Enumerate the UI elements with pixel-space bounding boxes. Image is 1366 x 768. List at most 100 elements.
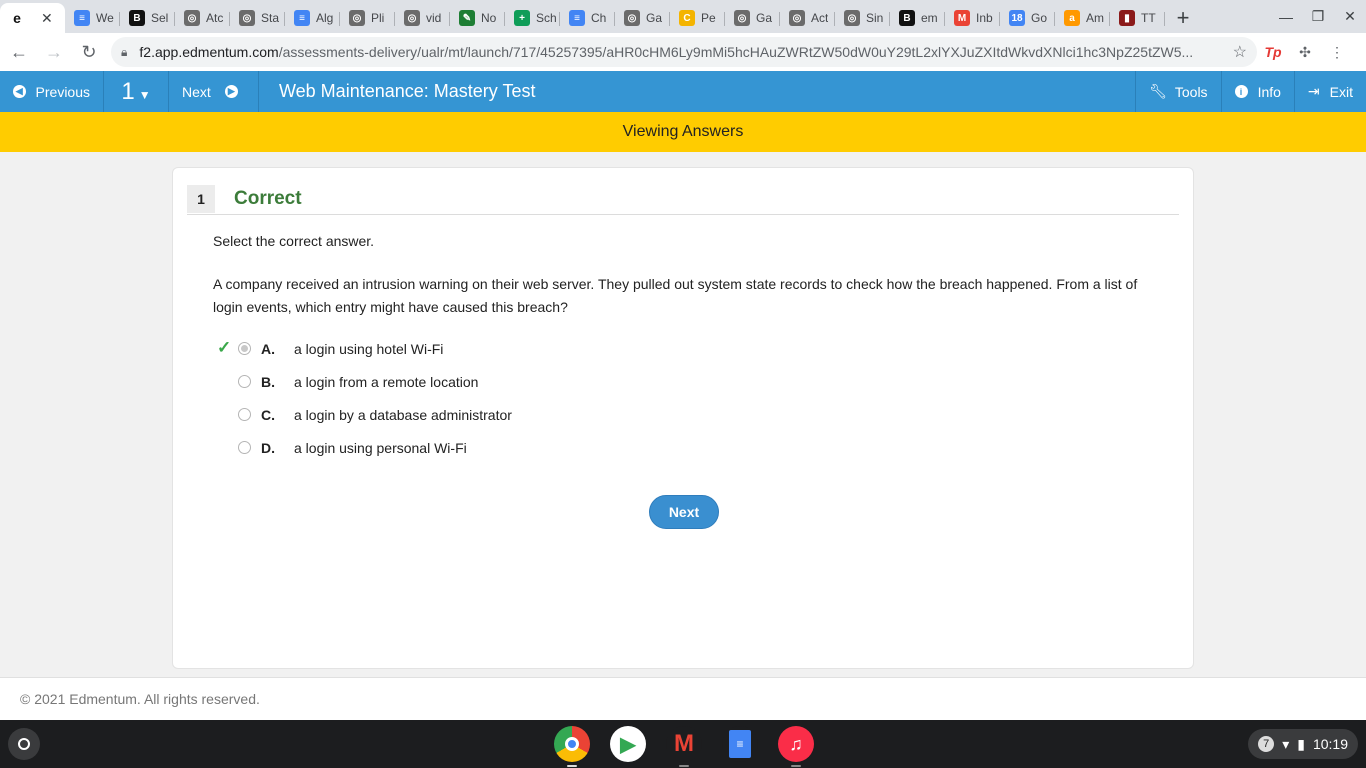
answer-option[interactable]: C. a login by a database administrator [213, 398, 512, 431]
browser-tab[interactable]: + Sch [505, 3, 560, 33]
answer-text: a login using hotel Wi-Fi [294, 340, 444, 357]
test-title: Web Maintenance: Mastery Test [279, 81, 536, 101]
browser-tab[interactable]: C Pe [670, 3, 725, 33]
reload-button[interactable]: ↻ [73, 36, 105, 68]
browser-tab[interactable]: ✎ No [450, 3, 505, 33]
back-button[interactable]: ← [3, 36, 35, 68]
answer-radio[interactable] [238, 441, 251, 454]
docs-app-icon[interactable]: ≡ [722, 726, 758, 762]
globe-icon: ◎ [349, 10, 365, 26]
tab-title: Inb [976, 11, 993, 25]
gmail-app-icon[interactable]: M [666, 726, 702, 767]
answer-letter: D. [261, 439, 275, 456]
tab-title: Act [811, 11, 829, 25]
launcher-button[interactable] [8, 728, 40, 760]
exit-button[interactable]: ⇥ Exit [1293, 71, 1366, 112]
clock: 10:19 [1312, 736, 1348, 752]
answer-radio[interactable] [238, 408, 251, 421]
launcher-circle-icon [18, 738, 30, 750]
canva-icon: C [679, 10, 695, 26]
question-card: 1 Correct Select the correct answer. A c… [172, 167, 1194, 669]
tools-button[interactable]: 🔧︎ Tools [1135, 71, 1220, 112]
wrench-icon: 🔧︎ [1149, 83, 1167, 99]
restore-icon[interactable]: ❐ [1302, 0, 1334, 33]
notification-badge: 7 [1258, 736, 1275, 752]
music-app-icon[interactable]: ♫ [778, 726, 814, 767]
address-bar[interactable]: 🔒︎ f2.app.edmentum.com /assessments-deli… [111, 37, 1257, 67]
globe-icon: ◎ [404, 10, 420, 26]
browser-tab[interactable]: ◎ Pli [340, 3, 395, 33]
shelf-apps: ▶ M ≡ ♫ [554, 726, 814, 767]
browser-tab[interactable]: M Inb [945, 3, 1000, 33]
answer-option[interactable]: ✓ A. a login using hotel Wi-Fi [213, 332, 512, 365]
browser-tab[interactable]: e ✕ [0, 3, 65, 33]
question-status: Correct [234, 188, 302, 209]
browser-tab[interactable]: a Am [1055, 3, 1110, 33]
brainly-icon: B [899, 10, 915, 26]
answer-letter: A. [261, 340, 275, 357]
browser-tab[interactable]: ◎ vid [395, 3, 450, 33]
minimize-icon[interactable]: — [1270, 0, 1302, 33]
gmail-icon: M [954, 10, 970, 26]
tab-title: Go [1031, 11, 1048, 25]
browser-tab[interactable]: ▮ TT [1110, 3, 1165, 33]
menu-kebab-icon[interactable]: ⋮ [1321, 36, 1353, 68]
answer-option[interactable]: D. a login using personal Wi-Fi [213, 431, 512, 464]
tp-extension-icon[interactable]: Tp [1257, 36, 1289, 68]
play-store-app-icon[interactable]: ▶ [610, 726, 646, 762]
next-button[interactable]: Next [649, 495, 719, 529]
tab-title: Pli [371, 11, 385, 25]
assessment-nav: ◀ Previous 1 ▼ Next ▶ Web Maintenance: M… [0, 71, 1366, 112]
brainly-icon: B [129, 10, 145, 26]
question-number: 1 [121, 77, 135, 105]
tools-label: Tools [1174, 83, 1208, 100]
close-window-icon[interactable]: ✕ [1334, 0, 1366, 33]
extensions-puzzle-icon[interactable]: ✣ [1289, 36, 1321, 68]
browser-tab[interactable]: B Sel [120, 3, 175, 33]
browser-tab[interactable]: ≡ Ch [560, 3, 615, 33]
answer-options: ✓ A. a login using hotel Wi-Fi B. a login fr… [213, 332, 512, 464]
sheets-icon: + [514, 10, 530, 26]
browser-tab[interactable]: ◎ Ga [725, 3, 780, 33]
tab-title: Atc [206, 11, 224, 25]
browser-tab[interactable]: ≡ Alg [285, 3, 340, 33]
notes-icon: ✎ [459, 10, 475, 26]
answer-letter: C. [261, 406, 275, 423]
answer-option[interactable]: B. a login from a remote location [213, 365, 512, 398]
question-selector[interactable]: 1 ▼ [104, 71, 169, 112]
question-text: A company received an intrusion warning … [213, 276, 1138, 315]
browser-tab[interactable]: Bem [890, 3, 945, 33]
answer-text: a login from a remote location [294, 373, 479, 390]
tab-title: Ga [646, 11, 663, 25]
chrome-app-icon[interactable] [554, 726, 590, 767]
tab-close-icon[interactable]: ✕ [41, 10, 53, 27]
answer-radio[interactable] [238, 375, 251, 388]
browser-tab[interactable]: ◎ Atc [175, 3, 230, 33]
info-button[interactable]: i Info [1220, 71, 1294, 112]
browser-tab[interactable]: ◎ Act [780, 3, 835, 33]
browser-tab[interactable]: ◎ Ga [615, 3, 670, 33]
url-path: /assessments-delivery/ualr/mt/launch/717… [278, 44, 1194, 60]
browser-tab[interactable]: 18 Go [1000, 3, 1055, 33]
tab-list: e ✕ ≡ We B Sel ◎ Atc ◎ Sta ≡ Alg ◎ Pli ◎ vid ✎ No + Sch ≡ Ch ◎… [0, 3, 1165, 33]
bookmark-star-icon[interactable]: ☆ [1233, 42, 1247, 62]
previous-button[interactable]: ◀ Previous [0, 71, 104, 112]
toolbar: ← → ↻ 🔒︎ f2.app.edmentum.com /assessment… [0, 33, 1366, 71]
edmentum-icon: e [9, 10, 25, 26]
window-controls: — ❐ ✕ [1270, 0, 1366, 33]
docs-icon: ≡ [74, 10, 90, 26]
browser-tab[interactable]: ◎ Sta [230, 3, 285, 33]
browser-tab[interactable]: ◎ Sin [835, 3, 890, 33]
next-nav-button[interactable]: Next ▶ [169, 71, 259, 112]
globe-icon: ◎ [239, 10, 255, 26]
new-tab-button[interactable]: + [1165, 3, 1201, 33]
answer-radio[interactable] [238, 342, 251, 355]
tab-title: Sel [151, 11, 169, 25]
status-tray[interactable]: 7 ▾ ▮ 10:19 [1248, 729, 1358, 759]
os-shelf: ▶ M ≡ ♫ 7 ▾ ▮ 10:19 [0, 720, 1366, 768]
tab-title: Ga [756, 11, 773, 25]
browser-tab[interactable]: ≡ We [65, 3, 120, 33]
question-instruction: Select the correct answer. [213, 233, 375, 249]
tab-title: Pe [701, 11, 716, 25]
forward-button[interactable]: → [38, 36, 70, 68]
